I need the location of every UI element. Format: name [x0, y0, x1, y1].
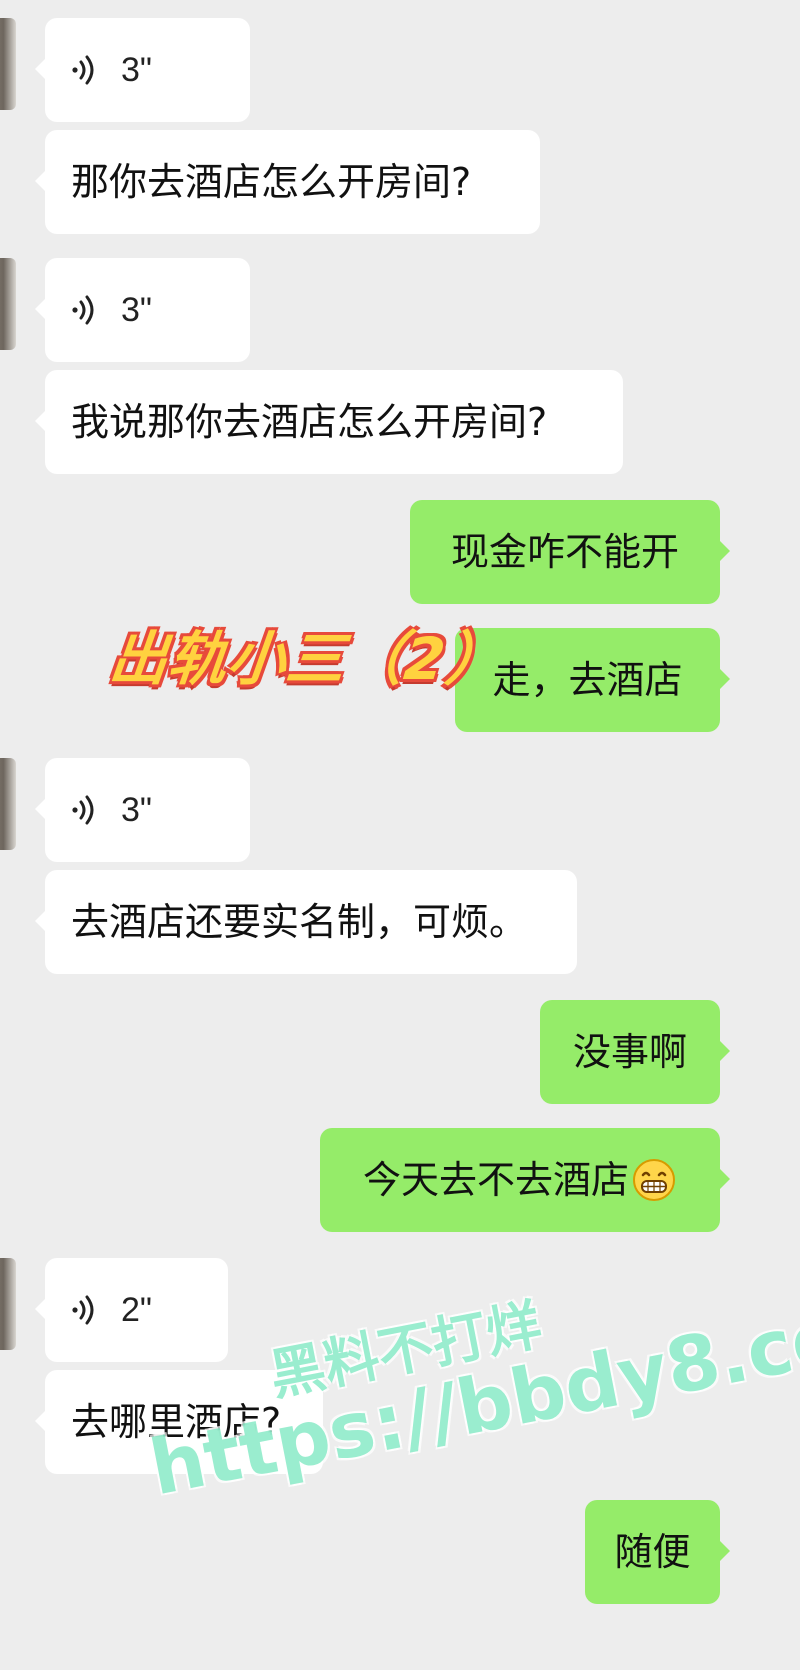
avatar[interactable]	[0, 1258, 16, 1350]
outgoing-message[interactable]: 现金咋不能开	[410, 500, 730, 604]
avatar[interactable]	[0, 258, 16, 350]
avatar[interactable]	[0, 758, 16, 850]
message-text: 那你去酒店怎么开房间?	[71, 160, 472, 204]
voice-duration: 3"	[121, 51, 152, 89]
outgoing-message[interactable]: 没事啊	[540, 1000, 730, 1104]
message-text: 去酒店还要实名制，可烦。	[71, 900, 528, 944]
voice-message[interactable]: 2"	[35, 1258, 228, 1362]
voice-duration: 3"	[121, 791, 152, 829]
message-text: 我说那你去酒店怎么开房间?	[71, 400, 548, 444]
incoming-message[interactable]: 我说那你去酒店怎么开房间?	[35, 370, 623, 474]
voice-duration: 2"	[121, 1291, 152, 1329]
message-text: 随便	[614, 1530, 691, 1574]
voice-message[interactable]: 3"	[35, 758, 250, 862]
voice-message[interactable]: 3"	[35, 18, 250, 122]
chat-conversation: 3" 那你去酒店怎么开房间? 3" 我说那你去酒店怎么开房间? 现金咋不能开 走…	[0, 0, 800, 1670]
incoming-message[interactable]: 那你去酒店怎么开房间?	[35, 130, 540, 234]
voice-message[interactable]: 3"	[35, 258, 250, 362]
voice-duration: 3"	[121, 291, 152, 329]
grin-emoji-icon	[631, 1157, 677, 1203]
voice-message-icon	[67, 52, 103, 88]
voice-message-icon	[67, 292, 103, 328]
overlay-title: 出轨小三（2）	[105, 625, 509, 693]
message-text: 今天去不去酒店	[362, 1158, 629, 1202]
message-text: 走，去酒店	[492, 658, 683, 702]
avatar[interactable]	[0, 18, 16, 110]
message-text: 没事啊	[572, 1030, 687, 1074]
outgoing-message[interactable]: 随便	[585, 1500, 730, 1604]
message-text: 现金咋不能开	[450, 530, 679, 574]
voice-message-icon	[67, 792, 103, 828]
incoming-message[interactable]: 去酒店还要实名制，可烦。	[35, 870, 577, 974]
voice-message-icon	[67, 1292, 103, 1328]
outgoing-message[interactable]: 今天去不去酒店	[320, 1128, 730, 1232]
